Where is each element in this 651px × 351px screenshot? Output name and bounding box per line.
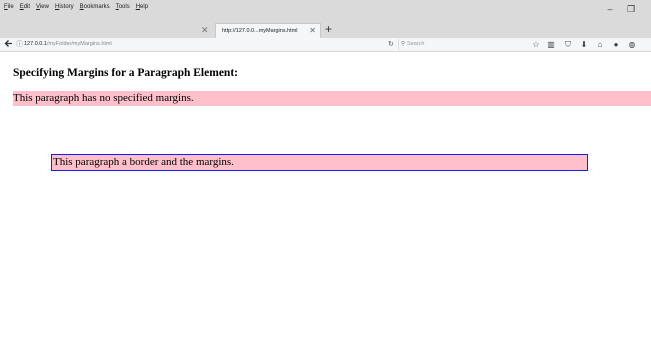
browser-window: File Edit View History Bookmarks Tools H… xyxy=(0,0,651,351)
menu-view[interactable]: View xyxy=(36,4,49,14)
back-button[interactable] xyxy=(3,39,14,50)
menu-edit[interactable]: Edit xyxy=(20,4,30,14)
tab-close-icon[interactable]: ✕ xyxy=(309,24,316,38)
paragraph-with-border-margins: This paragraph a border and the margins. xyxy=(51,154,588,171)
restore-button[interactable]: ❐ xyxy=(624,3,638,15)
reload-icon[interactable]: ↻ xyxy=(388,39,394,50)
close-icon[interactable]: ✕ xyxy=(201,24,209,37)
menu-bar: File Edit View History Bookmarks Tools H… xyxy=(4,4,148,14)
new-tab-button[interactable]: + xyxy=(325,22,332,37)
menu-bookmarks[interactable]: Bookmarks xyxy=(80,4,110,14)
star-icon[interactable]: ☆ xyxy=(530,39,542,50)
account-icon[interactable]: ● xyxy=(610,39,622,50)
back-arrow-icon xyxy=(4,40,12,47)
page-content: Specifying Margins for a Paragraph Eleme… xyxy=(0,53,651,351)
menu-file[interactable]: File xyxy=(4,4,14,14)
search-placeholder: Search xyxy=(407,41,425,47)
minimize-button[interactable]: – xyxy=(603,3,617,15)
menu-tools[interactable]: Tools xyxy=(116,4,130,14)
tab-title: http://127.0.0...myMargins.html xyxy=(222,28,298,34)
site-info-icon[interactable]: ⓘ xyxy=(16,40,23,50)
search-icon: ⚲ xyxy=(401,41,406,47)
menu-help[interactable]: Help xyxy=(136,4,148,14)
page-heading: Specifying Margins for a Paragraph Eleme… xyxy=(13,67,238,79)
url-path: /myFolder/myMargins.html xyxy=(46,41,112,47)
title-bar: File Edit View History Bookmarks Tools H… xyxy=(0,0,651,38)
search-input[interactable]: ⚲ Search xyxy=(398,39,513,50)
paragraph-no-margins: This paragraph has no specified margins. xyxy=(13,91,651,106)
home-icon[interactable]: ⌂ xyxy=(594,39,606,50)
library-icon[interactable]: ▥ xyxy=(545,39,557,50)
url-bar[interactable]: 127.0.0.1/myFolder/myMargins.html xyxy=(24,39,384,50)
extension-icon[interactable]: ◍ xyxy=(626,39,638,50)
url-host: 127.0.0.1 xyxy=(24,41,47,47)
download-icon[interactable]: ⬇ xyxy=(578,39,590,50)
menu-history[interactable]: History xyxy=(55,4,74,14)
tab-active[interactable]: http://127.0.0...myMargins.html ✕ xyxy=(215,23,321,38)
navigation-bar: ⓘ 127.0.0.1/myFolder/myMargins.html ↻ ⚲ S… xyxy=(0,38,651,52)
pocket-icon[interactable]: ⛉ xyxy=(562,39,574,50)
